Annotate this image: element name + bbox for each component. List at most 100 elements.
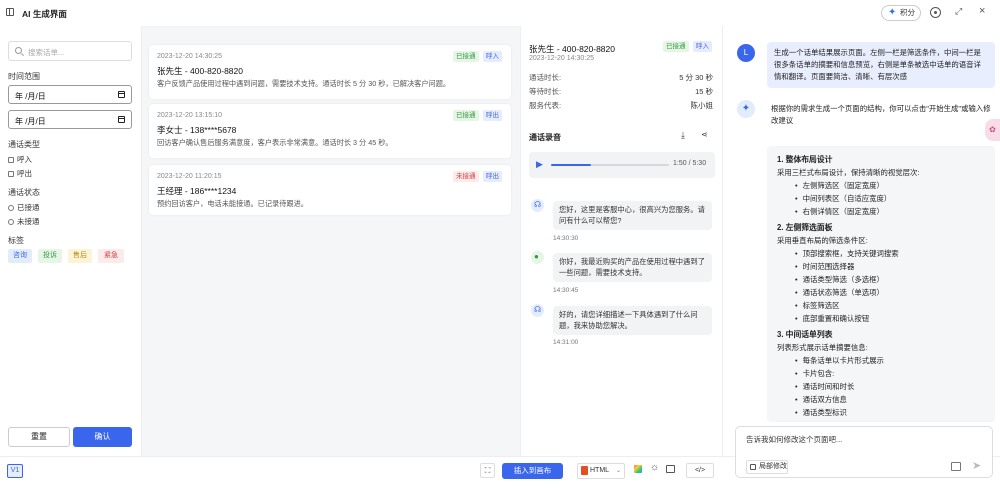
call-card[interactable]: 2023-12-20 13:15:10 李女士 - 138****5678 回访… <box>149 104 511 158</box>
settings-icon[interactable] <box>930 7 941 18</box>
direction-badge: 呼入 <box>693 41 712 52</box>
download-icon[interactable]: ⤓ <box>681 130 685 141</box>
start-date-field[interactable]: 年 /月/日 <box>8 85 132 104</box>
list-item: 通话类型标识 <box>795 406 985 419</box>
confirm-button[interactable]: 确认 <box>73 427 132 447</box>
chat-input[interactable]: 告诉我如何修改这个页面吧... 局部修改 ➤ <box>735 426 993 478</box>
field-label: 服务代表: <box>529 101 562 110</box>
list-item: 通话双方信息 <box>795 393 985 406</box>
calendar-icon[interactable] <box>118 116 125 123</box>
html5-icon <box>581 466 588 475</box>
play-icon[interactable]: ▶ <box>536 159 543 170</box>
list-item: 中间列表区（自适应宽度） <box>795 192 985 205</box>
call-contact: 张先生 - 400-820-8820 <box>157 66 243 76</box>
section-title: 3. 中间话单列表 <box>777 330 833 339</box>
credits-label: 积分 <box>900 8 915 17</box>
list-item: 通话类型筛选（多选框） <box>795 273 985 286</box>
audio-time: 1:50 / 5:30 <box>673 160 707 167</box>
tag-complaint[interactable]: 投诉 <box>38 249 62 263</box>
preview-icon[interactable] <box>666 465 675 473</box>
edit-icon <box>750 464 756 470</box>
status-missed-radio[interactable]: 未接通 <box>8 216 40 227</box>
section-list: 顶部搜索框，支持关键词搜索 时间范围选择器 通话类型筛选（多选框） 通话状态筛选… <box>777 247 985 325</box>
call-type-inbound-checkbox[interactable]: 呼入 <box>8 154 32 165</box>
call-contact: 王经理 - 186****1234 <box>157 186 237 196</box>
call-summary: 客户反馈产品使用过程中遇到问题，需要技术支持。通话时长 5 分 30 秒，已解决… <box>157 79 451 88</box>
ai-response: 1. 整体布局设计 采用三栏式布局设计，保持清晰的视觉层次: 左侧筛选区（固定宽… <box>767 146 995 422</box>
call-list-panel: 2023-12-20 14:30:25 张先生 - 400-820-8820 客… <box>142 26 520 456</box>
share-icon[interactable]: ⋖ <box>701 130 708 139</box>
list-item: 卡片包含: <box>795 367 985 380</box>
theme-palette-icon[interactable] <box>634 465 642 473</box>
code-view-icon[interactable]: </> <box>686 463 714 478</box>
search-input[interactable]: 搜索话单... <box>8 41 132 61</box>
list-item: 时间范围选择器 <box>795 260 985 273</box>
agent-avatar: ☊ <box>531 304 544 317</box>
transcript-message: 您好，这里是客服中心，很高兴为您服务。请问有什么可以帮您? <box>553 201 712 230</box>
agent-avatar: ☊ <box>531 199 544 212</box>
tag-consult[interactable]: 咨询 <box>8 249 32 263</box>
list-item: 标签筛选区 <box>795 299 985 312</box>
credits-button[interactable]: ✦ 积分 <box>881 5 921 21</box>
recording-title: 通话录音 <box>529 133 561 142</box>
audio-progress-track[interactable] <box>551 164 669 166</box>
section-list: 每条话单以卡片形式展示 卡片包含: 通话时间和时长 通话双方信息 通话类型标识 <box>777 354 985 419</box>
calendar-icon[interactable] <box>118 91 125 98</box>
transcript-message: 你好，我最近购买的产品在使用过程中遇到了一些问题，需要技术支持。 <box>553 253 712 282</box>
send-icon[interactable]: ➤ <box>972 459 981 472</box>
transcript-time: 14:30:45 <box>553 287 579 294</box>
close-icon[interactable]: × <box>979 5 985 17</box>
sidebar-toggle-icon[interactable] <box>6 8 14 16</box>
partial-edit-button[interactable]: 局部修改 <box>746 460 788 474</box>
field-value: 15 秒 <box>695 87 713 96</box>
list-item: 通话时间和时长 <box>795 380 985 393</box>
call-detail-panel: 张先生 - 400-820-8820 2023-12-20 14:30:25 已… <box>520 26 721 456</box>
version-badge[interactable]: V1 <box>7 464 23 478</box>
list-item: 左侧筛选区（固定宽度） <box>795 179 985 192</box>
list-item: 每条话单以卡片形式展示 <box>795 354 985 367</box>
list-item: 通话状态筛选（单选项） <box>795 286 985 299</box>
section-list: 左侧筛选区（固定宽度） 中间列表区（自适应宽度） 右侧详情区（固定宽度） <box>777 179 985 218</box>
status-badge: 已接通 <box>453 110 479 121</box>
status-badge: 未接通 <box>453 171 479 182</box>
detail-contact: 张先生 - 400-820-8820 <box>529 44 615 54</box>
fullscreen-icon[interactable]: ⛶ <box>480 463 495 478</box>
call-datetime: 2023-12-20 11:20:15 <box>157 173 222 180</box>
format-label: HTML <box>590 467 610 474</box>
call-datetime: 2023-12-20 13:15:10 <box>157 112 222 119</box>
time-range-label: 时间范围 <box>8 72 40 81</box>
radio-label: 未接通 <box>17 217 40 226</box>
tag-aftersales[interactable]: 售后 <box>68 249 92 263</box>
app-title: AI 生成界面 <box>22 9 67 19</box>
detail-datetime: 2023-12-20 14:30:25 <box>529 55 594 62</box>
field-value: 5 分 30 秒 <box>679 73 713 82</box>
list-item: 底部重置和确认按钮 <box>795 312 985 325</box>
transcript-time: 14:30:30 <box>553 235 579 242</box>
status-badge: 已接通 <box>663 41 689 52</box>
expand-icon[interactable]: ⤢ <box>955 6 962 17</box>
direction-badge: 呼入 <box>483 51 502 62</box>
call-card[interactable]: 2023-12-20 11:20:15 王经理 - 186****1234 预约… <box>149 165 511 215</box>
section-title: 2. 左侧筛选面板 <box>777 223 833 232</box>
tag-urgent[interactable]: 紧急 <box>98 249 124 263</box>
section-text: 采用三栏式布局设计，保持清晰的视觉层次: <box>777 168 920 177</box>
status-badge: 已接通 <box>453 51 479 62</box>
floating-assistant-icon[interactable]: ✿ <box>985 119 1000 141</box>
format-select[interactable]: HTML ⌄ <box>577 463 625 479</box>
top-bar: AI 生成界面 ✦ 积分 ⤢ × <box>0 0 1000 26</box>
section-text: 采用垂直布局的筛选条件区: <box>777 236 868 245</box>
insert-canvas-button[interactable]: 插入到画布 <box>502 463 563 479</box>
call-type-outbound-checkbox[interactable]: 呼出 <box>8 168 32 179</box>
sun-icon[interactable]: ☼ <box>650 462 659 473</box>
image-upload-icon[interactable] <box>951 462 961 471</box>
radio-label: 已接通 <box>17 203 40 212</box>
call-datetime: 2023-12-20 14:30:25 <box>157 53 222 60</box>
status-connected-radio[interactable]: 已接通 <box>8 202 40 213</box>
ai-intro: 根据你的需求生成一个页面的结构，你可以点击"开始生成"或输入修改建议 <box>771 104 991 125</box>
end-date-field[interactable]: 年 /月/日 <box>8 110 132 129</box>
field-label: 等待时长: <box>529 87 562 96</box>
call-card[interactable]: 2023-12-20 14:30:25 张先生 - 400-820-8820 客… <box>149 45 511 99</box>
reset-button[interactable]: 重置 <box>8 427 70 447</box>
call-summary: 回访客户确认售后服务满意度，客户表示非常满意。通话时长 3 分 45 秒。 <box>157 138 393 147</box>
ai-chat-panel: L 生成一个话单结果展示页面。左侧一栏是筛选条件，中间一栏是很多条话单的摘要和信… <box>722 26 1000 456</box>
